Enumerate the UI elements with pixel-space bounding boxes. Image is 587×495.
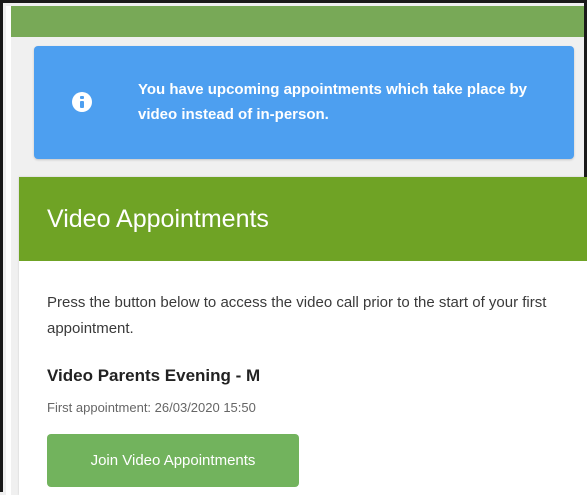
info-icon-dot bbox=[80, 96, 84, 99]
join-video-appointments-button[interactable]: Join Video Appointments bbox=[47, 434, 299, 487]
top-banner-bar bbox=[11, 6, 584, 37]
video-appointments-panel: Video Appointments Press the button belo… bbox=[19, 177, 587, 495]
video-appointments-info-alert: You have upcoming appointments which tak… bbox=[34, 46, 574, 159]
info-icon bbox=[72, 92, 92, 112]
panel-description: Press the button below to access the vid… bbox=[47, 294, 547, 337]
page-frame: You have upcoming appointments which tak… bbox=[0, 0, 587, 495]
event-name: Video Parents Evening - M bbox=[47, 366, 261, 385]
left-edge-strip bbox=[6, 6, 11, 495]
panel-header: Video Appointments bbox=[19, 177, 587, 261]
panel-title: Video Appointments bbox=[47, 205, 269, 233]
first-appointment-time: First appointment: 26/03/2020 15:50 bbox=[47, 400, 256, 415]
info-icon-stem bbox=[80, 101, 84, 108]
info-alert-message: You have upcoming appointments which tak… bbox=[138, 81, 527, 123]
